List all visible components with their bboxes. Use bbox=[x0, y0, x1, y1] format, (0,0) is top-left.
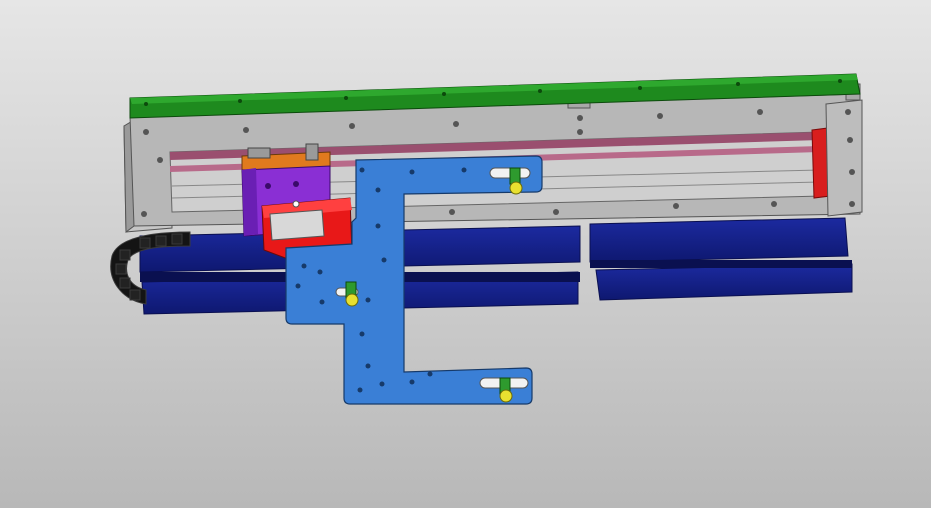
carriage-screw-2 bbox=[293, 181, 299, 187]
carriage-block-screw bbox=[292, 200, 300, 208]
base-block-right-upper[interactable] bbox=[589, 217, 849, 263]
right-end-plate[interactable] bbox=[825, 99, 863, 217]
clamp-knob-middle[interactable] bbox=[345, 281, 359, 307]
base-gap-right bbox=[590, 260, 852, 268]
carriage-side bbox=[242, 168, 258, 236]
cad-model-canvas[interactable] bbox=[0, 0, 931, 508]
carriage-block-window bbox=[269, 209, 325, 241]
cad-viewport[interactable] bbox=[0, 0, 931, 508]
carriage-clip-left[interactable] bbox=[247, 147, 271, 159]
carriage-clip-right[interactable] bbox=[305, 143, 319, 161]
clamp-knob-upper[interactable] bbox=[509, 167, 523, 195]
clamp-knob-lower[interactable] bbox=[499, 377, 513, 403]
carriage-screw-1 bbox=[265, 183, 271, 189]
